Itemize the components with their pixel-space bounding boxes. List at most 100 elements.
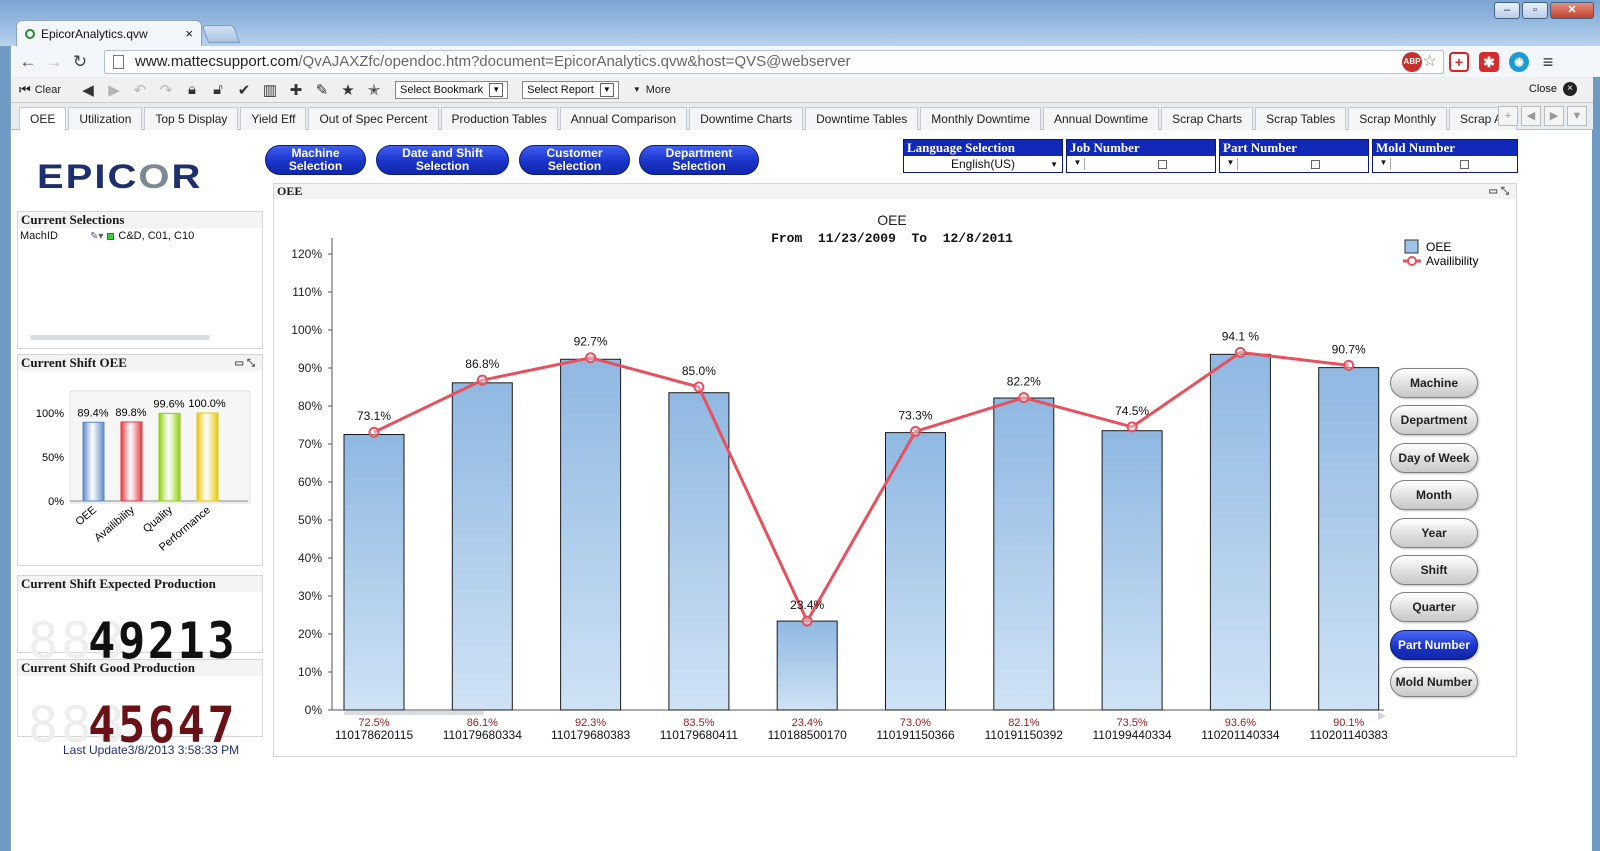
checkbox[interactable] [1460,159,1469,169]
browser-tab[interactable]: EpicorAnalytics.qvw × [16,20,202,46]
bookmark-select[interactable]: Select Bookmark ▼ [395,80,509,99]
oee-bar[interactable] [1209,353,1271,711]
customer-selection-button[interactable]: Customer Selection [519,145,630,175]
forward-selection-icon[interactable]: ▶ [101,81,127,99]
oee-bar[interactable] [776,620,838,711]
chart-scrollbar[interactable] [344,711,484,715]
tab-top-5-display[interactable]: Top 5 Display [144,107,239,130]
scroll-right-icon[interactable]: ▶ [1544,106,1564,126]
tab-annual-downtime[interactable]: Annual Downtime [1043,107,1160,130]
month-button[interactable]: Month [1390,480,1478,511]
more-menu[interactable]: ▼ More [633,84,671,96]
availibility-point[interactable] [1018,392,1030,404]
year-button[interactable]: Year [1390,517,1478,548]
part-number-button[interactable]: Part Number [1390,629,1478,660]
oee-bar[interactable] [668,392,730,711]
add-icon[interactable]: ✚ [283,81,309,99]
quarter-button[interactable]: Quarter [1390,592,1478,623]
tab-scrap-charts[interactable]: Scrap Charts [1161,107,1254,130]
chart-icon[interactable]: ▥ [257,81,283,99]
availibility-point[interactable] [1126,421,1138,433]
oee-bar[interactable] [1101,430,1163,711]
eraser-icon[interactable]: ✎▾ [90,231,103,242]
tab-scrap-tables[interactable]: Scrap Tables [1255,107,1347,130]
availibility-point[interactable] [801,615,813,627]
oee-bar[interactable] [451,382,513,711]
reload-icon[interactable]: ↻ [69,52,91,72]
x-scroll-arrow-icon[interactable] [1378,712,1386,720]
mold-number-button[interactable]: Mold Number [1390,667,1478,698]
tab-production-tables[interactable]: Production Tables [440,107,558,130]
close-tab-icon[interactable]: × [185,26,193,41]
job-number-box[interactable]: Job Number ▼ [1066,139,1216,173]
adblock-icon[interactable]: ABP [1402,52,1422,72]
tab-utilization[interactable]: Utilization [68,107,143,130]
tab-out-of-spec-percent[interactable]: Out of Spec Percent [308,107,439,130]
chevron-down-icon[interactable]: ▼ [1071,158,1085,170]
chevron-down-icon[interactable]: ▼ [1224,158,1238,170]
print-minimize-icons[interactable]: ▭⤡ [1489,186,1512,197]
tab-monthly-downtime[interactable]: Monthly Downtime [920,107,1041,130]
date-shift-selection-button[interactable]: Date and Shift Selection [376,145,509,175]
tab-scrap-monthly[interactable]: Scrap Monthly [1348,107,1447,130]
scroll-left-icon[interactable]: ◀ [1521,106,1541,126]
asterisk-extension-icon[interactable]: ✱ [1479,52,1499,72]
back-icon[interactable]: ← [17,52,39,72]
tab-yield-eff[interactable]: Yield Eff [240,107,307,130]
address-bar[interactable]: www.mattecsupport.com/QvAJAXZfc/opendoc.… [104,50,1444,74]
tab-annual-comparison[interactable]: Annual Comparison [559,107,688,130]
circle-extension-icon[interactable]: ◉ [1509,52,1529,72]
day-of-week-button[interactable]: Day of Week [1390,442,1478,473]
print-minimize-icons[interactable]: ▭⤡ [235,358,258,369]
part-number-box[interactable]: Part Number ▼ [1219,139,1369,173]
maximize-button[interactable]: ▫ [1522,2,1548,19]
qv-close-button[interactable]: Close × [1529,82,1577,96]
tab-oee[interactable]: OEE [19,107,67,131]
language-selection-box[interactable]: Language Selection English(US) ▼ [903,139,1063,173]
availibility-point[interactable] [585,352,597,364]
report-select[interactable]: Select Report ▼ [522,80,619,99]
oee-bar[interactable] [560,358,622,711]
plus-extension-icon[interactable]: + [1449,52,1469,72]
oee-bar[interactable] [343,434,405,711]
availibility-point[interactable] [910,425,921,437]
machine-selection-button[interactable]: Machine Selection [265,145,366,175]
availibility-point[interactable] [1234,346,1246,358]
shift-button[interactable]: Shift [1390,555,1478,585]
oee-bar[interactable] [885,432,946,711]
availibility-point[interactable] [693,381,705,393]
mold-number-box[interactable]: Mold Number ▼ [1372,139,1518,173]
department-button[interactable]: Department [1390,405,1478,436]
tab-downtime-charts[interactable]: Downtime Charts [689,107,804,130]
new-tab-button[interactable] [201,25,241,43]
availibility-point[interactable] [476,374,488,386]
check-icon[interactable]: ✔ [231,81,257,99]
redo-icon[interactable]: ↷ [153,81,179,99]
window-close-button[interactable]: ✕ [1550,2,1594,19]
minimize-button[interactable]: – [1494,2,1520,19]
checkbox[interactable] [1158,159,1167,169]
pin-icon[interactable]: ✎ [309,81,335,99]
add-bookmark-icon[interactable]: ★ [335,81,361,99]
unlock-icon[interactable]: 🔓︎ [205,81,231,98]
tab-downtime-tables[interactable]: Downtime Tables [805,107,919,130]
chevron-down-icon[interactable]: ▼ [1377,158,1391,170]
availibility-point[interactable] [368,426,380,438]
oee-bar[interactable] [1318,367,1380,711]
chevron-down-icon[interactable]: ▼ [1050,160,1058,169]
forward-icon[interactable]: → [43,52,65,72]
horizontal-scrollbar[interactable] [30,335,210,340]
undo-icon[interactable]: ↶ [127,81,153,99]
oee-bar[interactable] [993,397,1055,711]
machine-button[interactable]: Machine [1390,368,1478,398]
bookmark-star-icon[interactable]: ☆ [1423,51,1437,73]
sheet-list-icon[interactable]: ▼ [1567,106,1587,126]
menu-icon[interactable]: ≡ [1538,52,1558,72]
checkbox[interactable] [1311,159,1320,169]
clear-button[interactable]: ⏮ Clear [19,82,61,98]
availibility-point[interactable] [1343,359,1355,371]
department-selection-button[interactable]: Department Selection [639,145,759,175]
back-selection-icon[interactable]: ◀ [75,81,101,99]
lock-icon[interactable]: 🔒︎ [179,81,205,98]
remove-bookmark-icon[interactable]: ✭ [361,81,387,99]
